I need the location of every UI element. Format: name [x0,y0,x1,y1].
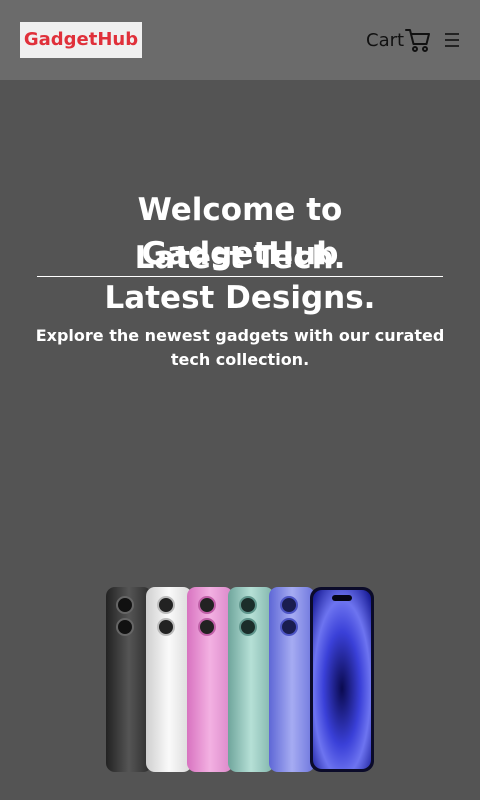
phones-lineup-image [100,585,380,780]
menu-button[interactable] [442,30,462,50]
cart-button[interactable]: Cart [366,26,431,54]
shopping-cart-icon [405,27,431,53]
site-header: GadgetHub Cart [0,0,480,80]
tagline-line-2: Latest Designs. [104,280,376,316]
cart-label: Cart [366,29,405,51]
hero-section: Welcome to GadgetHub Latest Tech. Latest… [0,80,480,800]
logo[interactable]: GadgetHub [20,22,142,58]
tagline-line-1: Latest Tech. [134,240,346,276]
hero-subtitle: Explore the newest gadgets with our cura… [35,326,445,369]
hamburger-menu-icon [445,33,459,47]
hero-tagline: Latest Tech. Latest Designs. [0,238,480,318]
